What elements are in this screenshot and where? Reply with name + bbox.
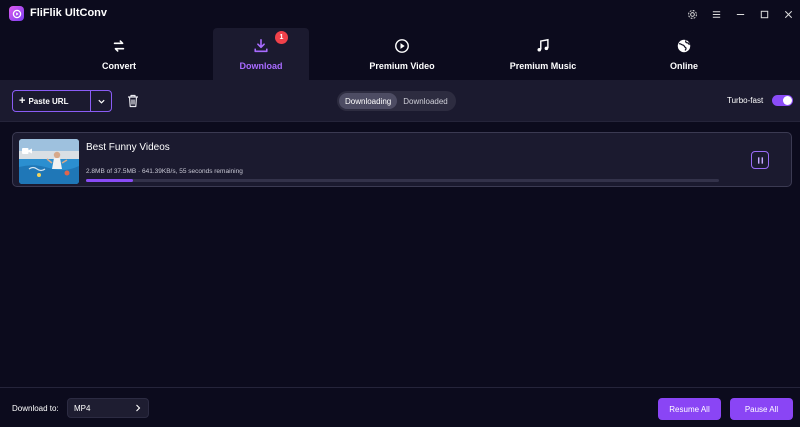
download-progress-bar — [86, 179, 719, 182]
app-title: FliFlik UltConv — [30, 7, 107, 19]
download-title: Best Funny Videos — [86, 142, 170, 153]
convert-arrows-icon — [110, 37, 128, 55]
gear-icon[interactable] — [680, 0, 704, 28]
globe-icon — [675, 37, 693, 55]
plus-icon: + — [19, 95, 26, 107]
download-item: Best Funny Videos 2.8MB of 37.5MB · 641.… — [12, 132, 792, 187]
paste-url-group: + Paste URL — [12, 90, 112, 112]
video-thumbnail — [19, 139, 79, 184]
tab-premium-video[interactable]: Premium Video — [353, 28, 451, 80]
footer-bar: Download to: MP4 Resume All Pause All — [0, 387, 800, 427]
tab-download[interactable]: Download 1 — [213, 28, 309, 80]
segment-downloading[interactable]: Downloading — [339, 93, 398, 109]
minimize-icon[interactable] — [728, 0, 752, 28]
trash-icon[interactable] — [125, 93, 141, 109]
download-toolbar: + Paste URL Downloading Downloaded Turbo… — [0, 80, 800, 122]
pause-all-button[interactable]: Pause All — [730, 398, 793, 420]
tab-convert[interactable]: Convert — [70, 28, 168, 80]
video-camera-icon — [22, 142, 32, 154]
resume-all-button[interactable]: Resume All — [658, 398, 721, 420]
menu-icon[interactable] — [704, 0, 728, 28]
chevron-down-icon — [97, 99, 105, 104]
window-controls — [680, 0, 800, 28]
toggle-knob — [783, 96, 792, 105]
chevron-right-icon — [136, 404, 141, 412]
download-progress-text: 2.8MB of 37.5MB · 641.39KB/s, 55 seconds… — [86, 168, 243, 175]
paste-options-dropdown[interactable] — [91, 91, 111, 111]
app-logo-icon — [9, 6, 24, 21]
segment-downloaded[interactable]: Downloaded — [397, 93, 453, 109]
play-circle-icon — [393, 37, 411, 55]
main-tabs: Convert Download 1 Premium Video Premium… — [0, 28, 800, 80]
download-icon — [252, 37, 270, 55]
title-bar: FliFlik UltConv — [0, 0, 800, 28]
turbo-fast-toggle[interactable] — [772, 95, 793, 106]
turbo-fast-label: Turbo-fast — [727, 96, 764, 105]
music-note-icon — [534, 37, 552, 55]
paste-url-button[interactable]: + Paste URL — [13, 91, 91, 111]
maximize-icon[interactable] — [752, 0, 776, 28]
download-to-label: Download to: — [12, 404, 59, 413]
tab-online[interactable]: Online — [635, 28, 733, 80]
close-icon[interactable] — [776, 0, 800, 28]
download-progress-fill — [86, 179, 134, 182]
pause-download-button[interactable] — [751, 151, 769, 169]
pause-icon — [757, 156, 763, 164]
tab-premium-music[interactable]: Premium Music — [494, 28, 592, 80]
output-format-value: MP4 — [74, 403, 91, 413]
download-count-badge: 1 — [275, 31, 288, 44]
download-status-switch: Downloading Downloaded — [337, 91, 456, 111]
output-format-select[interactable]: MP4 — [67, 398, 149, 418]
paste-url-label: Paste URL — [28, 96, 69, 106]
